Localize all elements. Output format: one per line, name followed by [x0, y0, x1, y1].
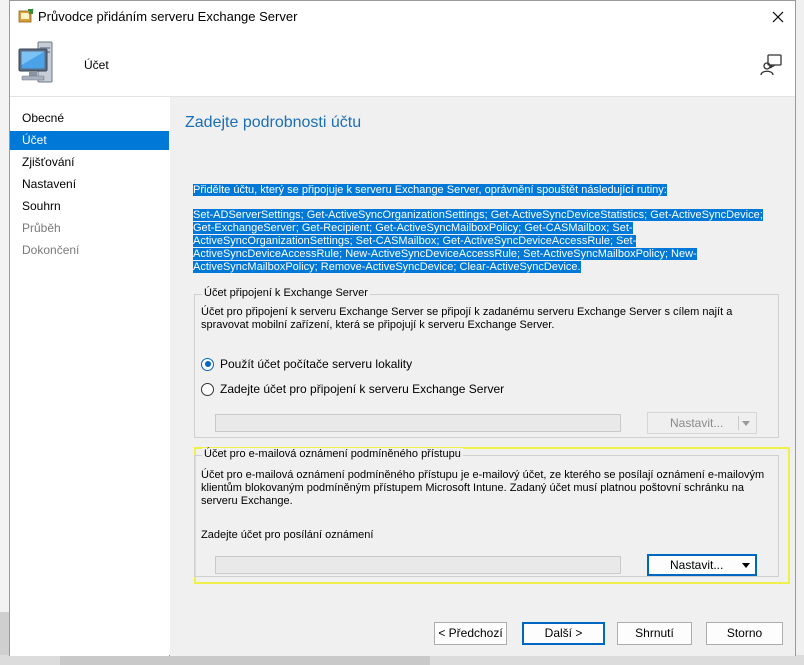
- wizard-header: Účet: [10, 33, 795, 97]
- radio-custom-label: Zadejte účet pro připojení k serveru Exc…: [220, 382, 505, 396]
- notification-set-button[interactable]: Nastavit...: [647, 554, 757, 576]
- wizard-content: Zadejte podrobnosti účtu Přidělte účtu, …: [170, 97, 795, 656]
- step-souhrn[interactable]: Souhrn: [10, 197, 169, 216]
- notification-group-title: Účet pro e-mailová oznámení podmíněného …: [202, 448, 463, 460]
- wizard-app-icon: [18, 8, 34, 23]
- wizard-steps-sidebar: Obecné Účet Zjišťování Nastavení Souhrn …: [10, 97, 169, 656]
- notification-group-description: Účet pro e-mailová oznámení podmíněného …: [201, 469, 765, 507]
- radio-checked-indicator: [201, 357, 214, 371]
- background-right-edge: [796, 0, 804, 665]
- step-nastaveni[interactable]: Nastavení: [10, 175, 169, 194]
- notification-account-group: Účet pro e-mailová oznámení podmíněného …: [194, 448, 779, 577]
- radio-specify-exchange-account[interactable]: Zadejte účet pro připojení k serveru Exc…: [201, 381, 504, 397]
- step-obecne[interactable]: Obecné: [10, 109, 169, 128]
- step-dokonceni: Dokončení: [22, 243, 80, 257]
- radio-unchecked-indicator: [201, 382, 214, 396]
- step-ucet[interactable]: Účet: [10, 131, 169, 150]
- page-heading-small: Účet: [84, 58, 109, 72]
- cancel-button[interactable]: Storno: [706, 622, 783, 645]
- computer-icon: [18, 41, 53, 83]
- chevron-down-icon: [742, 563, 750, 568]
- radio-use-site-server-account[interactable]: Použít účet počítače serveru lokality: [201, 356, 412, 372]
- page-title: Zadejte podrobnosti účtu: [185, 114, 362, 131]
- window-title: Průvodce přidáním serveru Exchange Serve…: [38, 9, 298, 24]
- back-button[interactable]: < Předchozí: [434, 622, 507, 645]
- next-button[interactable]: Další >: [522, 622, 605, 645]
- connect-account-field: [215, 414, 621, 432]
- connect-group-title: Účet připojení k Exchange Server: [202, 287, 370, 299]
- connect-group-description: Účet pro připojení k serveru Exchange Se…: [201, 306, 733, 331]
- connect-set-button: Nastavit...: [647, 412, 757, 434]
- background-selection: [60, 655, 430, 665]
- close-button[interactable]: [761, 1, 795, 33]
- instructions-intro: Přidělte účtu, který se připojuje k serv…: [193, 184, 667, 196]
- dropdown-separator: [738, 416, 739, 430]
- notification-account-field: [215, 556, 621, 574]
- selected-instructions: Přidělte účtu, který se připojuje k serv…: [193, 184, 783, 274]
- title-bar: Průvodce přidáním serveru Exchange Serve…: [10, 1, 795, 33]
- step-prubeh: Průběh: [22, 221, 61, 235]
- close-icon: [772, 11, 784, 23]
- radio-local-label: Použít účet počítače serveru lokality: [220, 357, 413, 371]
- help-person-icon[interactable]: [759, 53, 783, 77]
- notification-set-label: Nastavit...: [670, 558, 724, 572]
- wizard-window: Průvodce přidáním serveru Exchange Serve…: [9, 0, 796, 656]
- instructions-cmdlets: Set-ADServerSettings; Get-ActiveSyncOrga…: [193, 209, 763, 273]
- connect-set-label: Nastavit...: [670, 416, 724, 430]
- step-zjistovani[interactable]: Zjišťování: [10, 153, 169, 172]
- chevron-down-icon: [742, 421, 750, 426]
- summary-button[interactable]: Shrnutí: [617, 622, 692, 645]
- connect-account-group: Účet připojení k Exchange Server Účet pr…: [194, 287, 779, 438]
- notification-field-label: Zadejte účet pro posílání oznámení: [201, 529, 374, 541]
